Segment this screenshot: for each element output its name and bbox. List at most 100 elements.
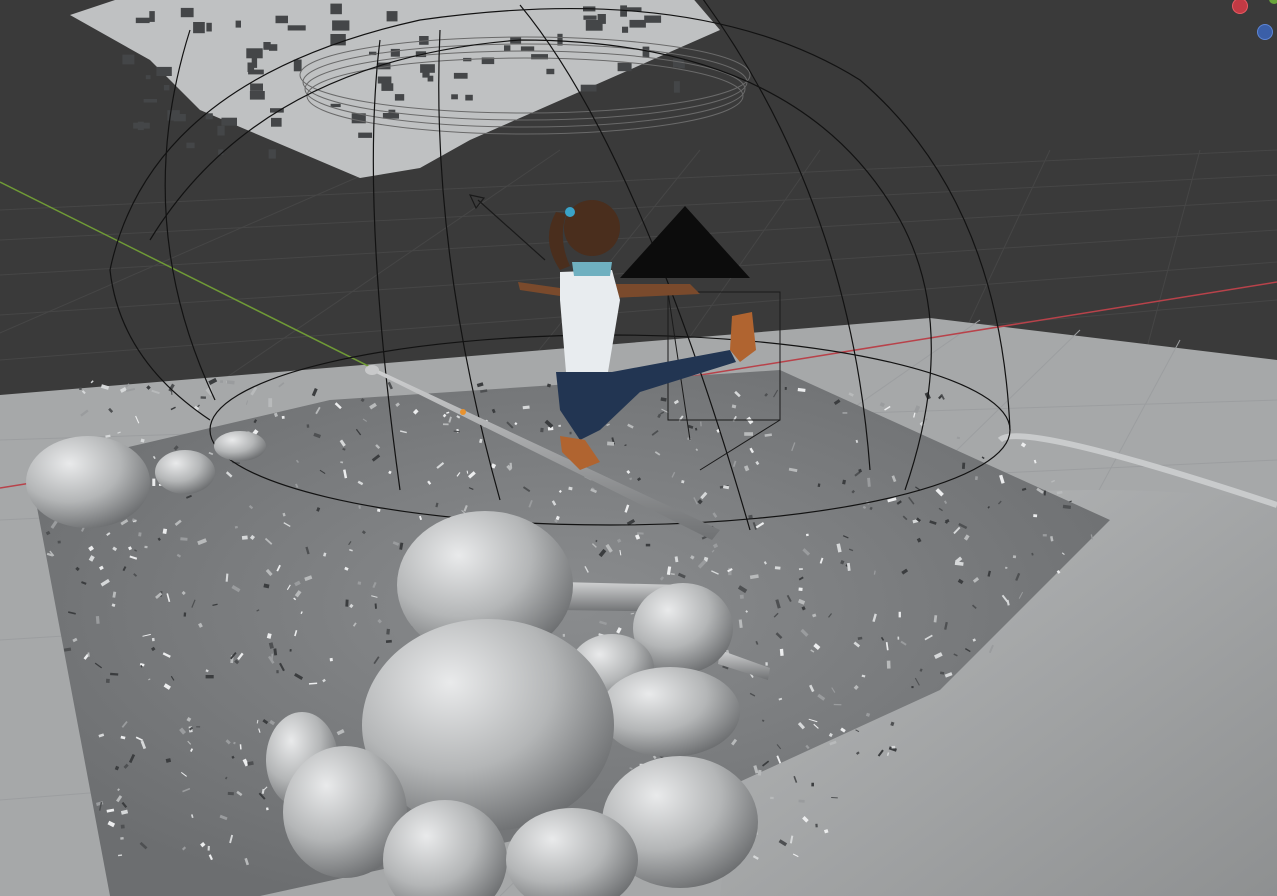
- plane-hole: [629, 19, 646, 28]
- plane-hole: [644, 15, 662, 23]
- leaf: [897, 636, 900, 640]
- leaf: [739, 594, 744, 599]
- spot-light-cone: [620, 206, 750, 278]
- plane-hole: [330, 3, 342, 15]
- leaf: [811, 782, 814, 787]
- plane-hole: [386, 11, 398, 22]
- leaf: [1033, 514, 1038, 518]
- leaf: [377, 508, 381, 512]
- plane-hole: [250, 83, 263, 91]
- leaf: [569, 431, 572, 435]
- plane-hole: [330, 34, 346, 46]
- plane-hole: [465, 94, 473, 101]
- leaf: [886, 660, 891, 669]
- leaf: [974, 476, 978, 481]
- plane-hole: [394, 94, 405, 101]
- leaf: [385, 639, 392, 644]
- plane-hole: [193, 22, 205, 34]
- leaf: [1042, 534, 1047, 537]
- boulder-left-3: [214, 431, 266, 461]
- leaf: [540, 427, 544, 433]
- leaf: [961, 462, 966, 469]
- leaf: [1005, 566, 1008, 569]
- plane-hole: [388, 109, 396, 117]
- leaf: [765, 662, 768, 666]
- leaf: [289, 649, 292, 652]
- plane-hole: [173, 114, 186, 122]
- camera-arrow: [468, 194, 546, 261]
- leaf: [200, 396, 206, 399]
- leaf: [607, 441, 615, 446]
- plane-hole: [546, 68, 555, 75]
- leaf: [898, 611, 901, 618]
- boulder-left-1: [26, 436, 150, 528]
- leaf: [357, 581, 362, 585]
- leaf: [784, 386, 787, 390]
- plane-hole: [420, 64, 435, 73]
- leaf: [329, 657, 333, 662]
- plane-hole: [580, 84, 597, 92]
- leaf: [798, 799, 805, 803]
- plane-hole: [332, 20, 350, 31]
- leaf: [265, 807, 269, 811]
- leaf: [770, 796, 774, 800]
- leaf: [138, 532, 142, 537]
- leaf: [268, 398, 273, 408]
- leaf: [891, 745, 896, 749]
- plane-hole: [381, 83, 394, 91]
- leaf: [120, 824, 125, 829]
- plane-hole: [293, 59, 302, 72]
- plane-hole: [673, 81, 680, 93]
- leaf: [956, 436, 960, 440]
- plane-hole: [145, 75, 151, 80]
- 3d-viewport[interactable]: [0, 0, 1277, 896]
- leaf: [558, 424, 562, 427]
- plane-hole: [180, 7, 194, 18]
- origin-marker: [460, 409, 466, 415]
- leaf: [207, 845, 210, 851]
- leaf: [748, 514, 753, 519]
- plane-hole: [217, 125, 225, 136]
- plane-hole: [453, 72, 468, 79]
- plane-hole: [583, 15, 597, 20]
- boulder-left-2: [155, 450, 215, 494]
- gizmo-z-axis[interactable]: [1257, 24, 1273, 40]
- plane-hole: [149, 11, 155, 22]
- leaf: [120, 837, 124, 840]
- leaf: [79, 387, 82, 390]
- plane-hole: [390, 48, 400, 57]
- leaf: [90, 380, 94, 384]
- leaf: [842, 412, 848, 414]
- plane-hole: [557, 33, 563, 46]
- plane-hole: [377, 76, 392, 84]
- leaf: [386, 628, 390, 635]
- leaf: [1043, 490, 1046, 496]
- scene-render[interactable]: [0, 0, 1277, 896]
- leaf: [774, 566, 781, 570]
- leaf: [57, 540, 61, 544]
- plane-hole: [246, 48, 263, 59]
- leaf: [798, 568, 803, 571]
- plane-hole: [597, 14, 606, 24]
- leaf: [744, 432, 753, 436]
- leaf: [815, 823, 818, 828]
- leaf: [227, 791, 234, 796]
- leaf: [805, 533, 809, 537]
- leaf: [241, 535, 248, 540]
- plane-hole: [156, 66, 172, 76]
- plane-hole: [186, 142, 195, 149]
- leaf: [442, 423, 449, 426]
- leaf: [1012, 555, 1017, 559]
- plane-hole: [622, 26, 629, 33]
- leaf: [306, 424, 310, 428]
- leaf: [220, 380, 223, 383]
- plane-hole: [673, 58, 684, 68]
- leaf: [645, 543, 651, 547]
- leaf: [152, 478, 156, 487]
- plane-hole: [235, 20, 241, 28]
- plane-hole: [263, 42, 271, 50]
- plane-hole: [249, 91, 265, 100]
- leaf: [911, 686, 914, 689]
- leaf: [779, 648, 784, 656]
- leaf: [276, 670, 279, 674]
